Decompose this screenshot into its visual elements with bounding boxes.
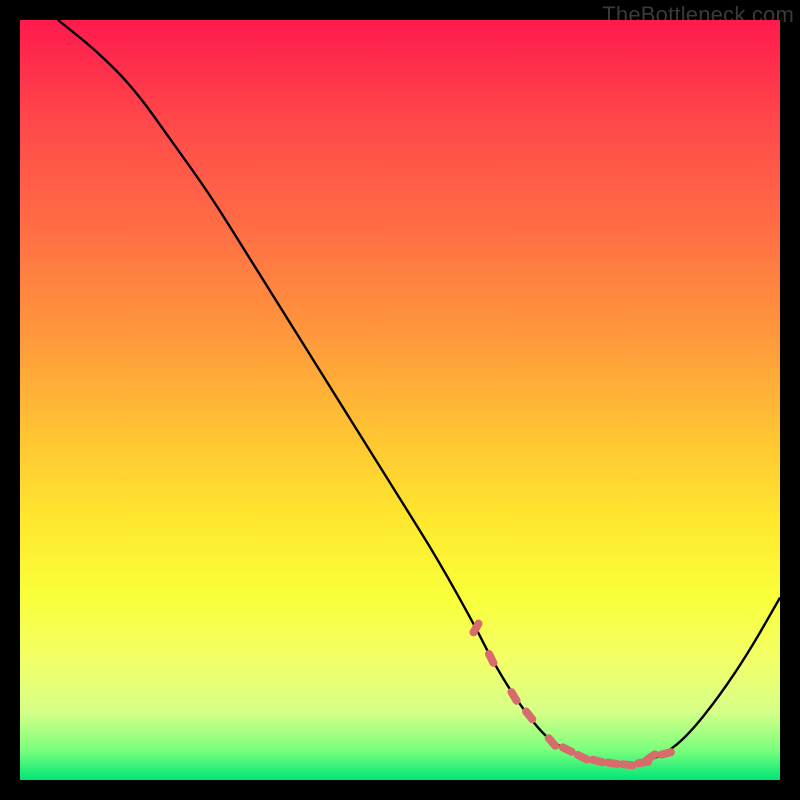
marker-dot <box>656 747 675 759</box>
optimal-range-markers <box>468 618 676 769</box>
marker-dot <box>468 618 484 638</box>
bottleneck-curve-path <box>58 20 780 764</box>
chart-svg <box>20 20 780 780</box>
marker-dot <box>506 687 522 707</box>
marker-dot <box>619 760 638 770</box>
marker-dot <box>484 649 499 669</box>
marker-dot <box>573 750 593 765</box>
chart-frame: TheBottleneck.com <box>0 0 800 800</box>
chart-plot-area <box>20 20 780 780</box>
